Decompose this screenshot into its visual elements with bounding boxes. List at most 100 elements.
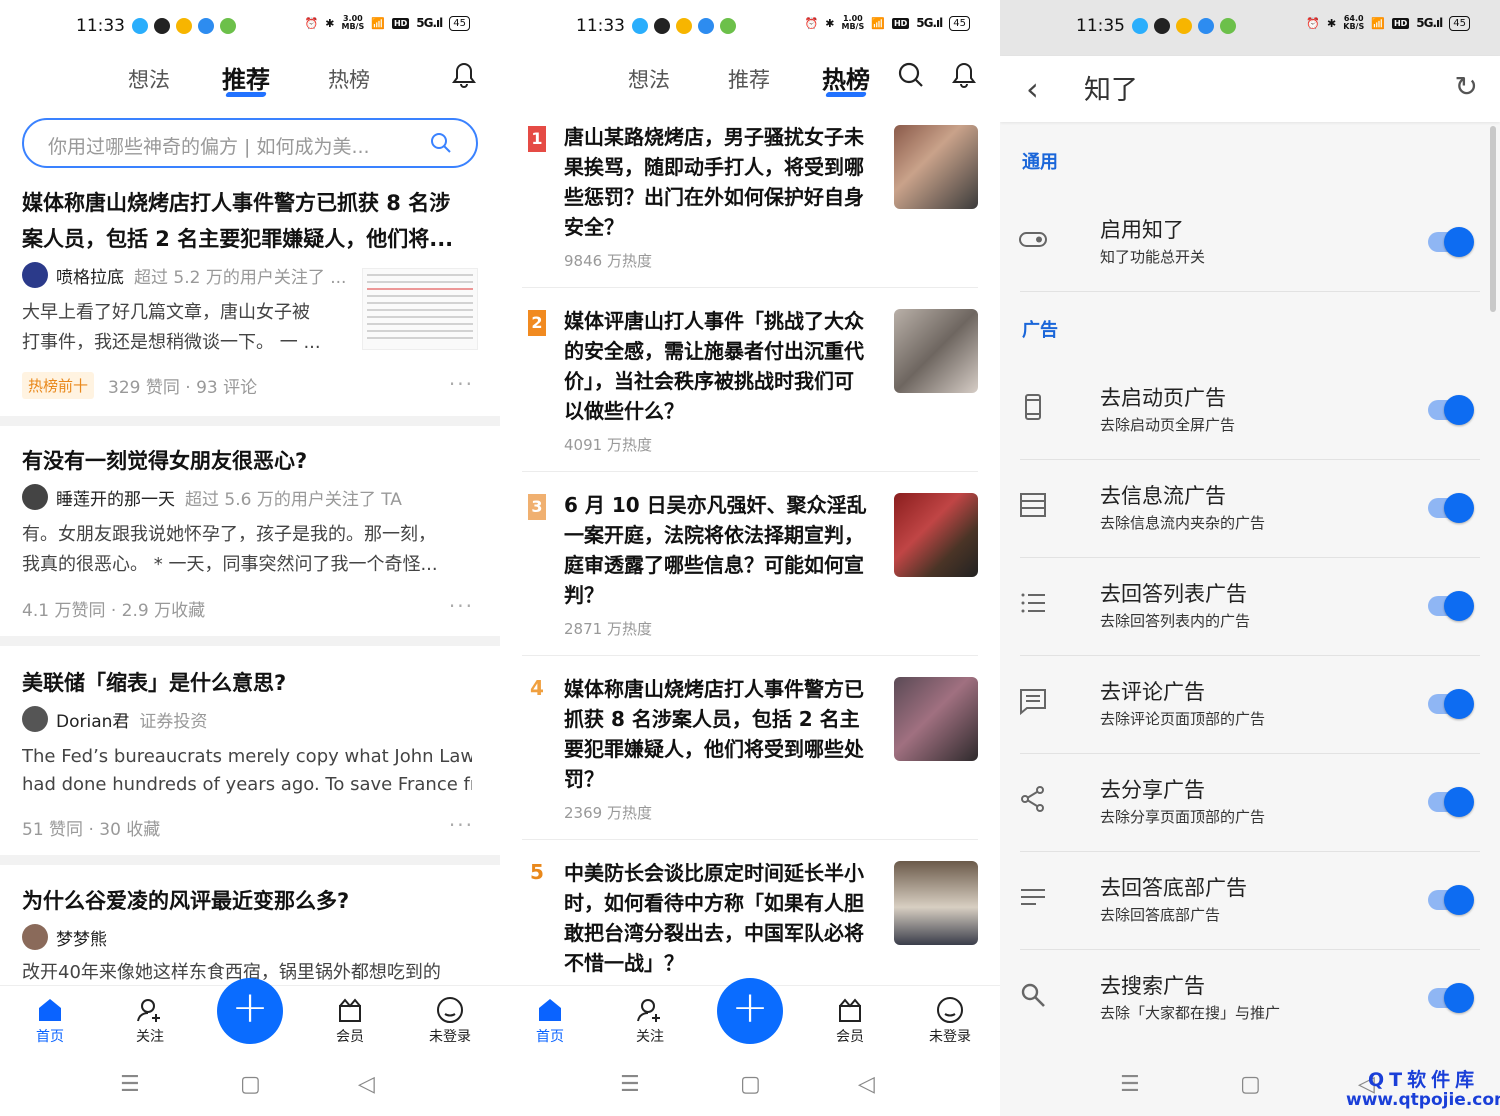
tab-hot[interactable]: 热榜 [822,60,870,95]
search-icon[interactable] [898,62,924,88]
notification-icons [1132,18,1236,34]
ad-toggle-switch[interactable] [1428,787,1474,817]
more-icon[interactable]: ··· [449,813,474,837]
card-title-line[interactable]: 案人员，包括 2 名主要犯罪嫌疑人，他们将... [22,224,482,255]
tab-ideas[interactable]: 想法 [128,64,170,94]
setting-subtitle: 去除回答列表内的广告 [1100,612,1251,630]
setting-row[interactable]: 去分享广告 去除分享页面顶部的广告 [1000,754,1480,852]
nav-home[interactable]: 首页 [20,996,80,1046]
setting-enable[interactable]: 启用知了 知了功能总开关 [1000,194,1480,292]
hot-title-line: 价」，当社会秩序被挑战时我们可 [564,369,854,393]
ad-toggle-switch[interactable] [1428,493,1474,523]
hot-heat: 2871 万热度 [564,620,652,638]
card-excerpt[interactable]: had done hundreds of years ago. To save … [22,770,472,800]
setting-row[interactable]: 去信息流广告 去除信息流内夹杂的广告 [1000,460,1480,558]
card-title-line[interactable]: 媒体称唐山烧烤店打人事件警方已抓获 8 名涉 [22,188,482,219]
card-excerpt[interactable]: The Fed’s bureaucrats merely copy what J… [22,742,472,772]
nav-profile[interactable]: 未登录 [920,996,980,1046]
status-bar: 11:33 ⏰ ✱ 3.00 MB/S 📶 HD 5G.ıl 45 [0,0,500,56]
back-icon[interactable]: ‹ [1026,70,1039,108]
setting-row[interactable]: 去搜索广告 去除「大家都在搜」与推广 [1000,950,1480,1048]
tab-hot[interactable]: 热榜 [328,64,370,94]
rank-badge: 4 [530,676,544,700]
setting-subtitle: 去除评论页面顶部的广告 [1100,710,1266,728]
card-thumbnail[interactable] [362,268,478,350]
menu-icon[interactable]: ☰ [1120,1072,1140,1097]
hot-thumbnail[interactable] [894,309,978,393]
hot-title[interactable]: 唐山某路烧烤店，男子骚扰女子未 果挨骂，随即动手打人，将受到哪 些惩罚？出门在外如何… [564,122,882,242]
signal-icon: 5G.ıl [1416,16,1443,30]
card-author[interactable]: 睡莲开的那一天 超过 5.6 万的用户关注了 TA [22,484,402,510]
hot-title[interactable]: 媒体称唐山烧烤店打人事件警方已 抓获 8 名涉案人员，包括 2 名主 要犯罪嫌疑人，… [564,674,882,794]
back-key-icon[interactable]: ◁ [358,1072,375,1097]
home-key-icon[interactable]: ▢ [1240,1072,1261,1097]
tab-ideas[interactable]: 想法 [628,64,670,94]
hot-top10-badge[interactable]: 热榜前十 [22,372,95,399]
hot-title[interactable]: 中美防长会谈比原定时间延长半小 时，如何看待中方称「如果有人胆 敢把台湾分裂出去，中… [564,858,882,978]
hot-title-line: 唐山某路烧烤店，男子骚扰女子未 [564,125,864,149]
more-icon[interactable]: ··· [449,594,474,618]
card-excerpt[interactable]: 有。女朋友跟我说她怀孕了，孩子是我的。那一刻， [22,520,472,550]
create-button[interactable]: + [717,978,783,1044]
setting-row[interactable]: 去回答列表广告去除回答列表内的广告 [1000,558,1480,656]
card-title-line[interactable]: 为什么谷爱凌的风评最近变那么多? [22,886,482,917]
card-author[interactable]: 喷格拉底 超过 5.2 万的用户关注了 ... [22,262,346,288]
tab-recommend[interactable]: 推荐 [222,60,270,95]
ad-toggle-switch[interactable] [1428,983,1474,1013]
card-excerpt[interactable]: 大早上看了好几篇文章，唐山女子被 [22,298,352,328]
setting-row[interactable]: 去评论广告 去除评论页面顶部的广告 [1000,656,1480,754]
hot-title[interactable]: 6 月 10 日吴亦凡强奸、聚众淫乱 一案开庭，法院将依法择期宣判， 庭审透露了哪些… [564,490,882,610]
bell-icon[interactable] [952,62,976,88]
avatar[interactable] [22,706,48,732]
card-title-line[interactable]: 美联储「缩表」是什么意思? [22,668,482,699]
more-icon[interactable]: ··· [449,372,474,396]
setting-row[interactable]: 去启动页广告 去除启动页全屏广告 [1000,362,1480,460]
home-key-icon[interactable]: ▢ [240,1072,261,1097]
restart-icon[interactable]: ↻ [1455,70,1478,103]
hot-heat: 9846 万热度 [564,252,652,270]
ad-toggle-switch[interactable] [1428,885,1474,915]
setting-title: 去启动页广告 [1100,386,1226,410]
card-stats: 329 赞同 · 93 评论 [108,378,258,398]
top-tabs: 想法 推荐 热榜 [0,58,500,98]
setting-row[interactable]: 去回答底部广告 去除回答底部广告 [1000,852,1480,950]
bottom-nav: 首页 关注 + 会员 未登录 [500,978,1000,1055]
enable-switch[interactable] [1428,227,1474,257]
bell-icon[interactable] [452,62,476,88]
nav-home[interactable]: 首页 [520,996,580,1046]
feed-icon [1020,493,1046,517]
home-icon [39,999,61,1021]
hot-thumbnail[interactable] [894,493,978,577]
avatar[interactable] [22,262,48,288]
scrollbar[interactable] [1490,126,1496,312]
nav-follow[interactable]: 关注 [620,996,680,1046]
avatar[interactable] [22,924,48,950]
menu-icon[interactable]: ☰ [620,1072,640,1097]
card-author[interactable]: Dorian君 证券投资 [22,706,207,732]
hot-thumbnail[interactable] [894,125,978,209]
tab-recommend[interactable]: 推荐 [728,64,770,94]
card-excerpt[interactable]: 打事件，我还是想稍微谈一下。 一 ... [22,328,352,358]
nav-profile[interactable]: 未登录 [420,996,480,1046]
ad-toggle-switch[interactable] [1428,591,1474,621]
ad-toggle-switch[interactable] [1428,689,1474,719]
menu-icon[interactable]: ☰ [120,1072,140,1097]
back-key-icon[interactable]: ◁ [858,1072,875,1097]
ad-toggle-switch[interactable] [1428,395,1474,425]
net-speed: 1.00 MB/S [841,14,865,31]
net-speed: 64.0 KB/S [1343,14,1365,31]
card-title-line[interactable]: 有没有一刻觉得女朋友很恶心? [22,446,482,477]
hot-title[interactable]: 媒体评唐山打人事件「挑战了大众 的安全感，需让施暴者付出沉重代 价」，当社会秩序被挑… [564,306,882,426]
setting-title: 去回答列表广告 [1100,582,1247,606]
search-input[interactable]: 你用过哪些神奇的偏方 | 如何成为美... [22,118,478,168]
create-button[interactable]: + [217,978,283,1044]
hot-thumbnail[interactable] [894,861,978,945]
nav-vip[interactable]: 会员 [320,996,380,1046]
home-key-icon[interactable]: ▢ [740,1072,761,1097]
card-excerpt[interactable]: 我真的很恶心。 * 一天，同事突然问了我一个奇怪... [22,550,472,580]
avatar[interactable] [22,484,48,510]
nav-follow[interactable]: 关注 [120,996,180,1046]
hot-thumbnail[interactable] [894,677,978,761]
nav-vip[interactable]: 会员 [820,996,880,1046]
card-author[interactable]: 梦梦熊 [22,924,117,950]
